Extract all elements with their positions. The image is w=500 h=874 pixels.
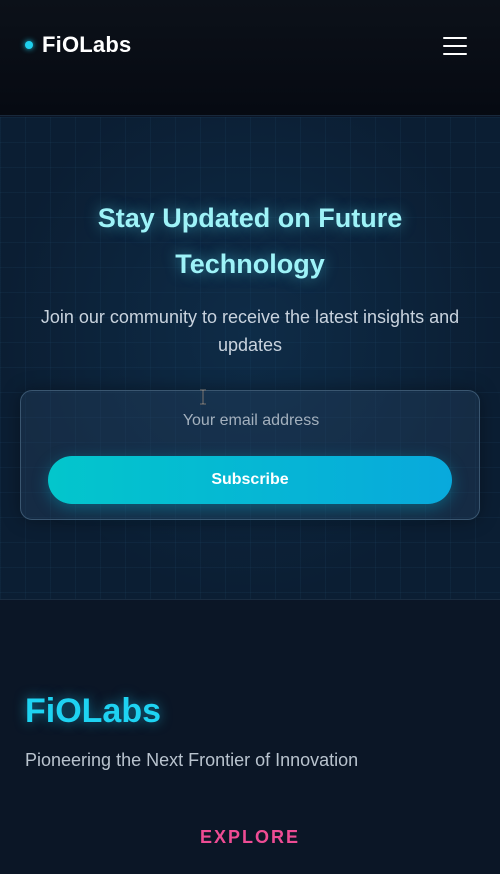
subscribe-button[interactable]: Subscribe [48,456,452,504]
hamburger-icon-bar [443,45,467,47]
logo-text: FiOLabs [42,32,132,57]
newsletter-form: Subscribe [20,390,480,520]
site-logo[interactable]: FiOLabs [25,32,132,57]
footer-explore-heading: EXPLORE [199,827,301,847]
hamburger-icon-bar [443,37,467,39]
hamburger-menu-button[interactable] [440,34,470,58]
email-input[interactable] [61,405,441,437]
text-cursor-icon [200,389,206,405]
logo-dot-icon [25,41,33,49]
newsletter-title: Stay Updated on Future Technology [97,203,403,279]
newsletter-section: Stay Updated on Future Technology Join o… [0,117,500,600]
site-footer: FiOLabs Pioneering the Next Frontier of … [0,601,500,874]
footer-brand[interactable]: FiOLabs [25,691,161,731]
hamburger-icon-bar [443,53,467,55]
newsletter-subtitle: Join our community to receive the latest… [40,307,460,355]
footer-tagline: Pioneering the Next Frontier of Innovati… [25,750,359,770]
site-header: FiOLabs [0,0,500,116]
